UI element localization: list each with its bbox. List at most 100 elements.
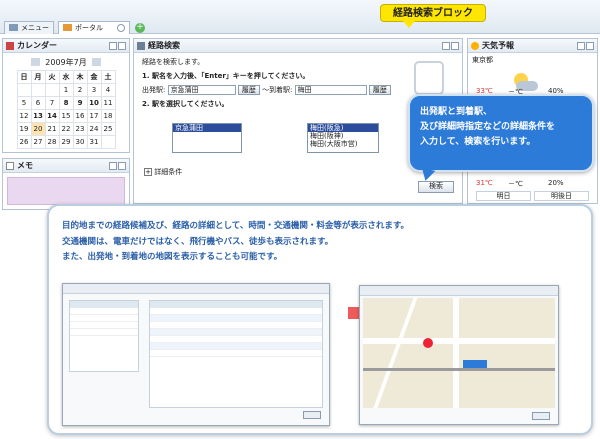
map-close-button[interactable]	[532, 412, 550, 420]
from-history-button[interactable]: 履歴	[237, 85, 260, 95]
calendar-day[interactable]: 17	[86, 109, 102, 123]
map-screenshot-header	[360, 286, 558, 296]
weather-day-tab[interactable]: 明後日	[534, 191, 589, 201]
calendar-day[interactable]: 12	[16, 109, 32, 123]
bag-illustration-icon	[414, 61, 444, 95]
weekday: 土	[100, 70, 116, 84]
route-block-callout: 経路検索ブロック	[380, 4, 486, 28]
calendar-portlet: カレンダー 2009年7月 日 月 火 水 木 金 土 1 2 3 4 5 6	[2, 38, 130, 153]
to-station-option[interactable]: 梅田(阪神)	[308, 132, 378, 140]
search-button[interactable]: 検索	[418, 181, 454, 193]
calendar-day[interactable]: 5	[16, 96, 32, 110]
calendar-day[interactable]: 7	[44, 96, 60, 110]
weather-icon	[471, 42, 479, 50]
calendar-grid: 日 月 火 水 木 金 土 1 2 3 4 5 6 7 8 9 10 11 12	[16, 70, 116, 149]
tab-portal[interactable]: ポータル	[58, 21, 130, 34]
route-step1-text: 1. 駅名を入力後、「Enter」キーを押してください。	[142, 72, 310, 80]
next-month-icon[interactable]	[92, 58, 102, 66]
weather-city: 東京都	[472, 56, 493, 64]
detail-conditions-toggle[interactable]: + 詳細条件	[144, 167, 182, 177]
result-back-button[interactable]	[303, 411, 321, 419]
calendar-day[interactable]: 11	[100, 96, 116, 110]
add-tab-icon[interactable]: +	[135, 23, 145, 33]
calendar-day[interactable]: 10	[86, 96, 102, 110]
maximize-button[interactable]	[118, 42, 126, 50]
calendar-day[interactable]: 14	[44, 109, 60, 123]
calendar-day[interactable]: 16	[72, 109, 88, 123]
calendar-day[interactable]: 9	[72, 96, 88, 110]
info-line: 目的地までの経路候補及び、経路の詳細として、時間・交通機関・料金等が表示されます…	[62, 221, 409, 231]
calendar-day[interactable]: 15	[58, 109, 74, 123]
from-station-list[interactable]: 京急蒲田	[172, 123, 242, 153]
memo-portlet: メモ	[2, 158, 130, 210]
weekday: 水	[58, 70, 74, 84]
calendar-day[interactable]: 30	[72, 135, 88, 149]
weekday: 月	[30, 70, 46, 84]
calendar-day[interactable]: 6	[30, 96, 46, 110]
top-tab-bar: メニュー ポータル +	[0, 0, 600, 34]
maximize-button[interactable]	[118, 162, 126, 170]
route-input-callout: 出発駅と到着駅、 及び詳細時指定などの詳細条件を 入力して、検索を行います。	[408, 94, 594, 172]
maximize-button[interactable]	[586, 42, 594, 50]
calendar-day[interactable]	[100, 135, 116, 149]
tab-menu[interactable]: メニュー	[4, 21, 54, 34]
to-station-option[interactable]: 梅田(大阪市営)	[308, 140, 378, 148]
expand-plus-icon: +	[144, 168, 152, 176]
calendar-day[interactable]: 13	[30, 109, 46, 123]
calendar-day[interactable]: 31	[86, 135, 102, 149]
calendar-day[interactable]: 21	[44, 122, 60, 136]
route-detail-table	[149, 300, 323, 408]
calendar-day-today[interactable]: 20	[30, 122, 46, 136]
calendar-day[interactable]: 4	[100, 83, 116, 97]
memo-textarea[interactable]	[7, 177, 125, 205]
info-line: また、出発地・到着地の地図を表示することも可能です。	[62, 252, 283, 262]
to-station-list[interactable]: 梅田(阪急) 梅田(阪神) 梅田(大阪市営)	[307, 123, 379, 153]
to-station-label: ～到着駅:	[262, 86, 293, 94]
calendar-icon	[6, 42, 14, 50]
calendar-day[interactable]: 27	[30, 135, 46, 149]
station-map[interactable]	[363, 298, 555, 408]
weather-title-bar: 天気予報	[468, 39, 597, 53]
portal-icon	[63, 24, 72, 31]
calendar-day[interactable]: 28	[44, 135, 60, 149]
weekday: 木	[72, 70, 88, 84]
calendar-day[interactable]: 19	[16, 122, 32, 136]
calendar-day[interactable]: 23	[72, 122, 88, 136]
calendar-day[interactable]: 26	[16, 135, 32, 149]
calendar-title-bar: カレンダー	[3, 39, 129, 53]
weather-rain-chance: 20%	[548, 179, 564, 187]
calendar-day[interactable]: 3	[86, 83, 102, 97]
prev-month-icon[interactable]	[30, 58, 40, 66]
minimize-button[interactable]	[109, 162, 117, 170]
minimize-button[interactable]	[442, 42, 450, 50]
calendar-day[interactable]	[30, 83, 46, 97]
to-history-button[interactable]: 履歴	[368, 85, 391, 95]
calendar-day[interactable]: 22	[58, 122, 74, 136]
to-station-input[interactable]: 梅田	[294, 85, 367, 95]
memo-icon	[6, 162, 14, 170]
weather-day-tab[interactable]: 明日	[476, 191, 531, 201]
from-station-input[interactable]: 京急蒲田	[167, 85, 236, 95]
calendar-day[interactable]	[16, 83, 32, 97]
calendar-day[interactable]	[44, 83, 60, 97]
route-result-screenshot	[62, 283, 330, 426]
calendar-month-header: 2009年7月	[3, 53, 129, 70]
to-station-option[interactable]: 梅田(阪急)	[308, 124, 378, 132]
tab-menu-chevron-icon[interactable]	[117, 24, 125, 32]
map-screenshot	[359, 285, 559, 425]
calendar-day[interactable]: 1	[58, 83, 74, 97]
weather-high-temp: 31℃	[476, 179, 493, 187]
from-station-option[interactable]: 京急蒲田	[173, 124, 241, 132]
calendar-day[interactable]: 18	[100, 109, 116, 123]
calendar-day[interactable]: 24	[86, 122, 102, 136]
calendar-day[interactable]: 29	[58, 135, 74, 149]
menu-icon	[9, 24, 18, 31]
minimize-button[interactable]	[577, 42, 585, 50]
maximize-button[interactable]	[451, 42, 459, 50]
calendar-day[interactable]: 8	[58, 96, 74, 110]
minimize-button[interactable]	[109, 42, 117, 50]
info-line: 交通機関は、電車だけではなく、飛行機やバス、徒歩も表示されます。	[62, 236, 334, 247]
result-screenshot-header	[63, 284, 329, 294]
calendar-day[interactable]: 2	[72, 83, 88, 97]
calendar-day[interactable]: 25	[100, 122, 116, 136]
